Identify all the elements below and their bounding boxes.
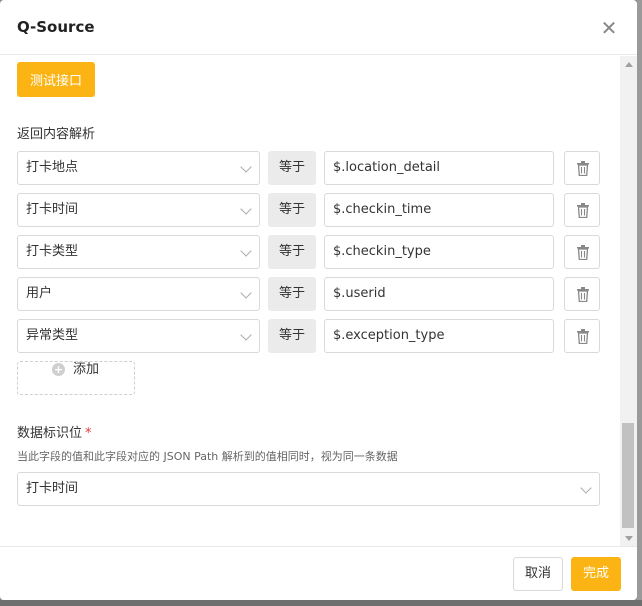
json-path-input[interactable]: $.location_detail [324, 151, 554, 185]
field-select-value: 异常类型 [26, 328, 79, 343]
chevron-down-icon [240, 287, 252, 299]
trash-icon [577, 287, 589, 302]
operator-label: 等于 [268, 193, 316, 227]
identifier-select[interactable]: 打卡时间 [17, 472, 600, 506]
identifier-hint: 当此字段的值和此字段对应的 JSON Path 解析到的值相同时，视为同一条数据 [17, 450, 398, 463]
operator-label: 等于 [268, 319, 316, 353]
delete-row-button[interactable] [564, 193, 600, 227]
json-path-input[interactable]: $.checkin_type [324, 235, 554, 269]
dialog: Q-Source ✕ 测试接口 返回内容解析 打卡地点 等于 $.locatio… [0, 0, 637, 600]
backdrop-bottom [0, 600, 642, 606]
operator-label: 等于 [268, 235, 316, 269]
required-mark: * [85, 426, 92, 441]
scroll-up-arrow-icon[interactable] [625, 62, 633, 67]
identifier-label: 数据标识位 * [17, 422, 92, 441]
test-api-button[interactable]: 测试接口 [17, 62, 95, 97]
json-path-input[interactable]: $.checkin_time [324, 193, 554, 227]
plus-circle-icon: + [52, 363, 65, 376]
add-row-button[interactable]: + 添加 [17, 361, 135, 395]
field-select[interactable]: 用户 [17, 277, 260, 311]
add-row-label: 添加 [73, 362, 100, 377]
delete-row-button[interactable] [564, 277, 600, 311]
delete-row-button[interactable] [564, 151, 600, 185]
operator-label: 等于 [268, 277, 316, 311]
field-select[interactable]: 打卡地点 [17, 151, 260, 185]
cancel-button[interactable]: 取消 [513, 557, 563, 591]
close-icon[interactable]: ✕ [598, 18, 620, 40]
trash-icon [577, 245, 589, 260]
chevron-down-icon [240, 245, 252, 257]
chevron-down-icon [240, 161, 252, 173]
trash-icon [577, 161, 589, 176]
response-parsing-label: 返回内容解析 [17, 127, 96, 142]
backdrop-right [637, 0, 642, 606]
field-select[interactable]: 打卡类型 [17, 235, 260, 269]
dialog-title: Q-Source [17, 18, 95, 36]
operator-label: 等于 [268, 151, 316, 185]
scroll-down-arrow-icon[interactable] [625, 536, 633, 541]
field-select-value: 打卡地点 [26, 160, 79, 175]
chevron-down-icon [580, 482, 592, 494]
trash-icon [577, 203, 589, 218]
identifier-label-text: 数据标识位 [17, 426, 83, 441]
delete-row-button[interactable] [564, 235, 600, 269]
chevron-down-icon [240, 203, 252, 215]
field-select[interactable]: 异常类型 [17, 319, 260, 353]
trash-icon [577, 329, 589, 344]
identifier-select-value: 打卡时间 [26, 481, 79, 496]
scrollbar-thumb[interactable] [622, 423, 634, 528]
field-select[interactable]: 打卡时间 [17, 193, 260, 227]
chevron-down-icon [240, 329, 252, 341]
done-button[interactable]: 完成 [571, 557, 621, 591]
field-select-value: 打卡类型 [26, 244, 79, 259]
delete-row-button[interactable] [564, 319, 600, 353]
field-select-value: 打卡时间 [26, 202, 79, 217]
json-path-input[interactable]: $.userid [324, 277, 554, 311]
dialog-header: Q-Source ✕ [0, 0, 637, 55]
json-path-input[interactable]: $.exception_type [324, 319, 554, 353]
field-select-value: 用户 [26, 286, 53, 301]
